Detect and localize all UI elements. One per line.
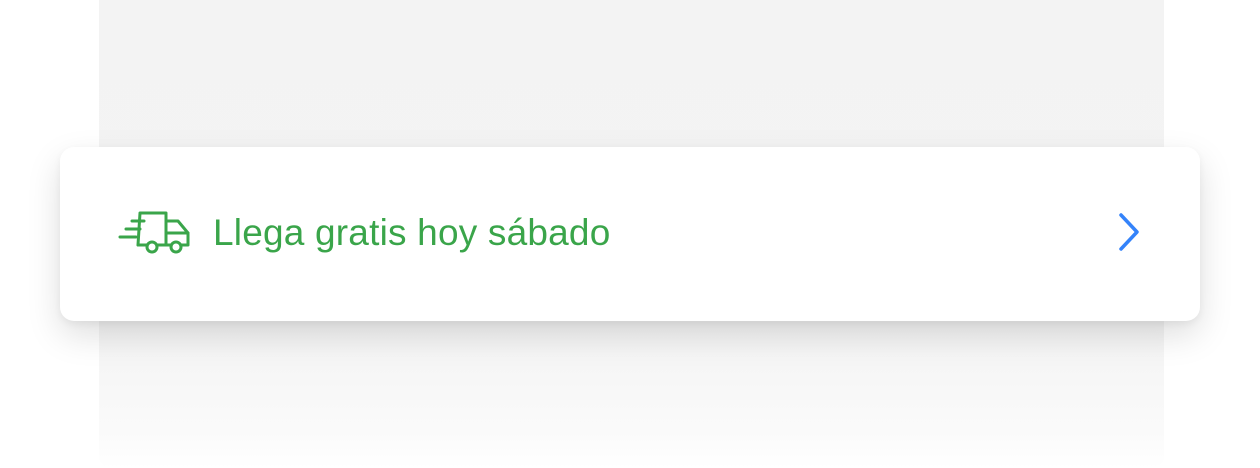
shipping-label: Llega gratis hoy sábado <box>213 212 611 253</box>
shipping-info-row[interactable]: Llega gratis hoy sábado <box>60 147 1200 321</box>
screen: Llega gratis hoy sábado <box>0 0 1260 468</box>
chevron-right-icon[interactable] <box>1114 211 1144 253</box>
fast-delivery-truck-icon <box>118 209 192 257</box>
